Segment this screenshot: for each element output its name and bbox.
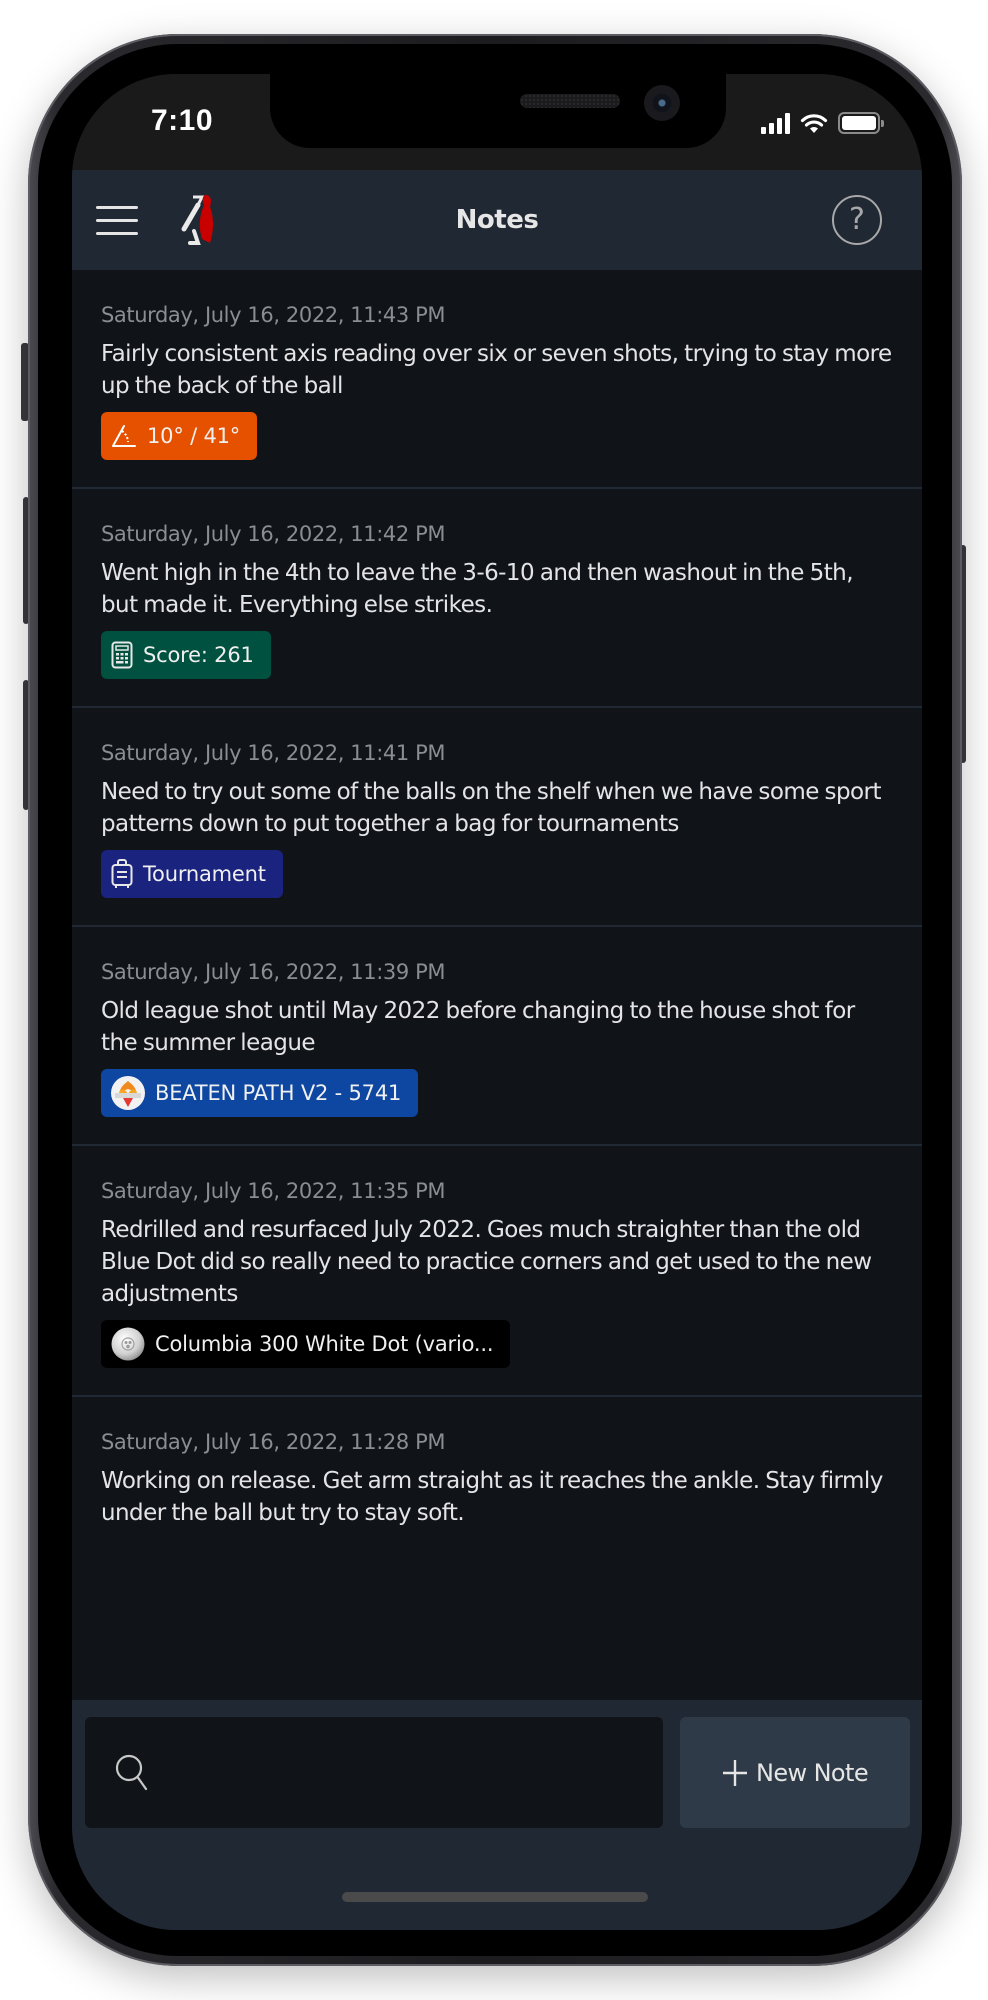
note-text: Old league shot until May 2022 before ch…	[101, 998, 855, 1056]
kegel-logo-icon	[111, 1076, 145, 1110]
tag-label: BEATEN PATH V2 - 5741	[155, 1081, 402, 1105]
wifi-icon	[800, 114, 828, 133]
note-date: Saturday, July 16, 2022, 11:41 PM	[101, 741, 446, 765]
app-header: Notes ?	[72, 170, 922, 270]
notch	[270, 74, 726, 148]
bottom-bar: New Note	[72, 1700, 922, 1930]
bowling-ball-icon	[111, 1327, 145, 1361]
search-box[interactable]	[85, 1717, 663, 1828]
page-title: Notes	[455, 205, 539, 235]
note-text: Redrilled and resurfaced July 2022. Goes…	[101, 1217, 872, 1307]
luggage-icon	[111, 859, 133, 888]
screen: 7:10 Notes ? Saturday, July 16, 2022, 11…	[72, 74, 922, 1930]
battery-fill	[842, 116, 876, 130]
oil-pattern-tag[interactable]: BEATEN PATH V2 - 5741	[101, 1069, 419, 1117]
tag-label: Tournament	[143, 862, 266, 886]
cellular-signal-icon	[761, 112, 790, 134]
note-item[interactable]: Saturday, July 16, 2022, 11:41 PM Need t…	[72, 708, 922, 927]
battery-icon	[838, 112, 884, 134]
note-text: Need to try out some of the balls on the…	[101, 779, 881, 837]
home-indicator[interactable]	[342, 1892, 648, 1902]
help-button[interactable]: ?	[832, 195, 882, 245]
note-text: Working on release. Get arm straight as …	[101, 1468, 883, 1526]
earpiece-speaker	[520, 94, 620, 108]
status-icons	[761, 112, 884, 134]
search-icon	[115, 1754, 148, 1790]
notes-list: Saturday, July 16, 2022, 11:43 PM Fairly…	[72, 270, 922, 1700]
note-item[interactable]: Saturday, July 16, 2022, 11:39 PM Old le…	[72, 927, 922, 1146]
note-date: Saturday, July 16, 2022, 11:35 PM	[101, 1179, 446, 1203]
tag-label: 10° / 41°	[147, 424, 241, 448]
note-date: Saturday, July 16, 2022, 11:39 PM	[101, 960, 446, 984]
note-item[interactable]: Saturday, July 16, 2022, 11:43 PM Fairly…	[72, 270, 922, 489]
status-time: 7:10	[150, 104, 214, 137]
status-bar: 7:10	[72, 74, 922, 170]
tag-label: Columbia 300 White Dot (vario...	[155, 1332, 494, 1356]
front-camera	[644, 85, 680, 121]
new-note-label: New Note	[756, 1758, 869, 1787]
note-date: Saturday, July 16, 2022, 11:42 PM	[101, 522, 446, 546]
event-tag[interactable]: Tournament	[101, 850, 283, 898]
calculator-icon	[111, 641, 133, 669]
tag-label: Score: 261	[143, 643, 254, 667]
note-item[interactable]: Saturday, July 16, 2022, 11:42 PM Went h…	[72, 489, 922, 708]
axis-tag[interactable]: 10° / 41°	[101, 412, 258, 460]
note-text: Fairly consistent axis reading over six …	[101, 341, 892, 399]
new-note-button[interactable]: New Note	[680, 1717, 910, 1828]
axis-angle-icon	[112, 425, 136, 447]
question-circle-icon: ?	[849, 202, 865, 237]
note-item[interactable]: Saturday, July 16, 2022, 11:28 PM Workin…	[72, 1397, 922, 1556]
note-date: Saturday, July 16, 2022, 11:43 PM	[101, 303, 446, 327]
ball-tag[interactable]: Columbia 300 White Dot (vario...	[101, 1320, 511, 1368]
plus-icon	[723, 1759, 747, 1786]
note-date: Saturday, July 16, 2022, 11:28 PM	[101, 1430, 446, 1454]
note-item[interactable]: Saturday, July 16, 2022, 11:35 PM Redril…	[72, 1146, 922, 1397]
note-text: Went high in the 4th to leave the 3-6-10…	[101, 560, 854, 618]
score-tag[interactable]: Score: 261	[101, 631, 271, 679]
search-input[interactable]	[163, 1717, 663, 1828]
